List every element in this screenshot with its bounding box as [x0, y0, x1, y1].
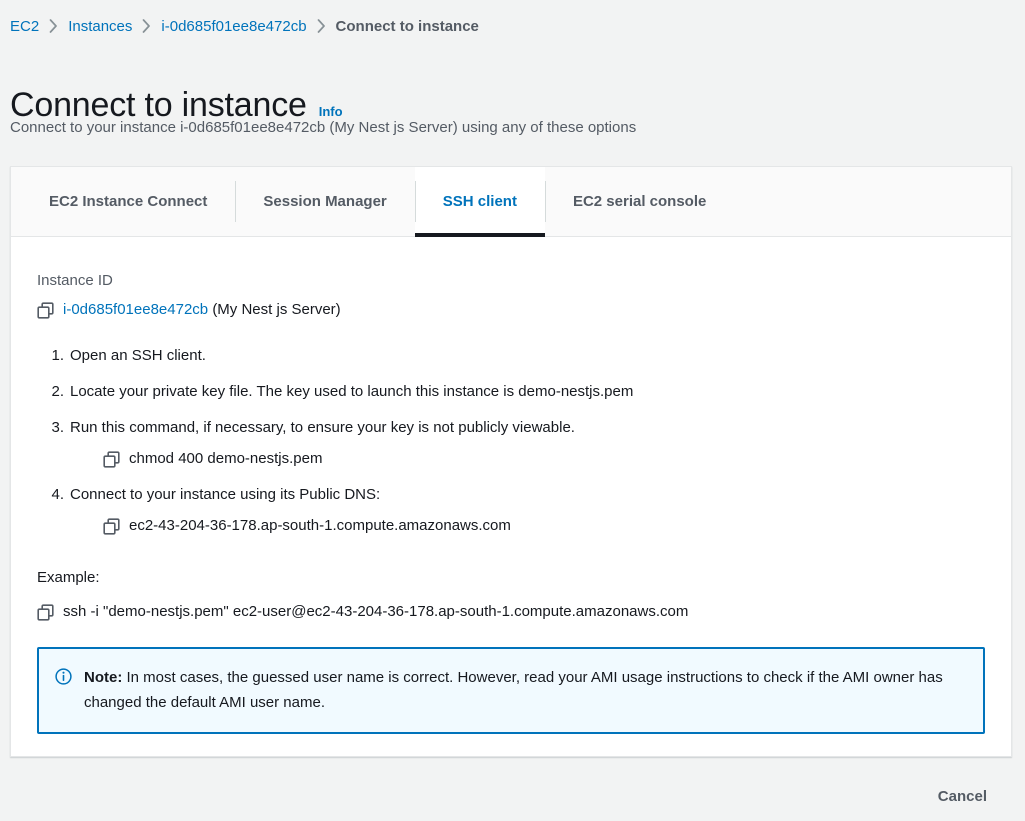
note-alert-text: Note: In most cases, the guessed user na… — [84, 665, 965, 715]
tab-ec2-instance-connect[interactable]: EC2 Instance Connect — [21, 167, 235, 236]
footer-actions: Cancel — [0, 771, 1025, 821]
step-number: 3. — [51, 419, 64, 436]
cancel-button[interactable]: Cancel — [930, 782, 995, 811]
example-label: Example: — [37, 569, 100, 586]
list-item: 4. Connect to your instance using its Pu… — [37, 484, 985, 537]
copy-icon[interactable] — [103, 450, 120, 468]
tab-label: EC2 serial console — [572, 193, 707, 210]
connect-panel: EC2 Instance Connect Session Manager SSH… — [10, 166, 1012, 757]
step-number: 1. — [51, 347, 64, 364]
note-body: In most cases, the guessed user name is … — [84, 669, 943, 711]
chevron-right-icon — [142, 19, 151, 33]
breadcrumb-item-instance-id[interactable]: i-0d685f01ee8e472cb — [161, 18, 306, 35]
example-command-text: ssh -i "demo-nestjs.pem" ec2-user@ec2-43… — [63, 603, 689, 620]
step-number: 2. — [51, 383, 64, 400]
chevron-right-icon — [49, 19, 58, 33]
page-subtitle: Connect to your instance i-0d685f01ee8e4… — [10, 119, 637, 136]
tab-label: SSH client — [442, 193, 517, 210]
public-dns-row: ec2-43-204-36-178.ap-south-1.compute.ama… — [37, 515, 985, 537]
step-text: Run this command, if necessary, to ensur… — [70, 419, 575, 436]
tab-label: EC2 Instance Connect — [49, 193, 208, 210]
note-alert: Note: In most cases, the guessed user na… — [37, 647, 985, 734]
breadcrumb: EC2 Instances i-0d685f01ee8e472cb Connec… — [10, 12, 479, 40]
breadcrumb-item-ec2[interactable]: EC2 — [10, 18, 39, 35]
list-item: 3. Run this command, if necessary, to en… — [37, 417, 985, 470]
list-item: 2. Locate your private key file. The key… — [37, 381, 985, 403]
breadcrumb-item-instances[interactable]: Instances — [68, 18, 132, 35]
chmod-command-text: chmod 400 demo-nestjs.pem — [129, 450, 323, 467]
tab-ssh-client[interactable]: SSH client — [414, 167, 546, 237]
info-circle-icon — [55, 668, 72, 685]
example-command-row: ssh -i "demo-nestjs.pem" ec2-user@ec2-43… — [37, 601, 985, 623]
instance-id-row: i-0d685f01ee8e472cb (My Nest js Server) — [37, 299, 985, 321]
tab-ec2-serial-console[interactable]: EC2 serial console — [544, 167, 734, 236]
chmod-command-row: chmod 400 demo-nestjs.pem — [37, 448, 985, 470]
tab-session-manager[interactable]: Session Manager — [235, 167, 414, 236]
breadcrumb-item-current: Connect to instance — [335, 17, 479, 35]
tab-bar: EC2 Instance Connect Session Manager SSH… — [11, 167, 1011, 237]
copy-icon[interactable] — [37, 301, 54, 319]
public-dns-text: ec2-43-204-36-178.ap-south-1.compute.ama… — [129, 517, 511, 534]
copy-icon[interactable] — [103, 517, 120, 535]
ssh-client-panel: Instance ID i-0d685f01ee8e472cb (My Nest… — [11, 237, 1011, 734]
ssh-steps-list: 1. Open an SSH client. 2. Locate your pr… — [37, 345, 985, 537]
tab-label: Session Manager — [263, 193, 387, 210]
list-item: 1. Open an SSH client. — [37, 345, 985, 367]
copy-icon[interactable] — [37, 603, 54, 621]
instance-id-label: Instance ID — [37, 272, 113, 289]
instance-name: (My Nest js Server) — [212, 301, 341, 318]
instance-id-link[interactable]: i-0d685f01ee8e472cb — [63, 299, 208, 321]
step-text: Open an SSH client. — [70, 347, 206, 364]
step-text: Connect to your instance using its Publi… — [70, 486, 381, 503]
note-prefix: Note: — [84, 669, 123, 686]
step-text: Locate your private key file. The key us… — [70, 383, 634, 400]
chevron-right-icon — [317, 19, 326, 33]
step-number: 4. — [51, 486, 64, 503]
